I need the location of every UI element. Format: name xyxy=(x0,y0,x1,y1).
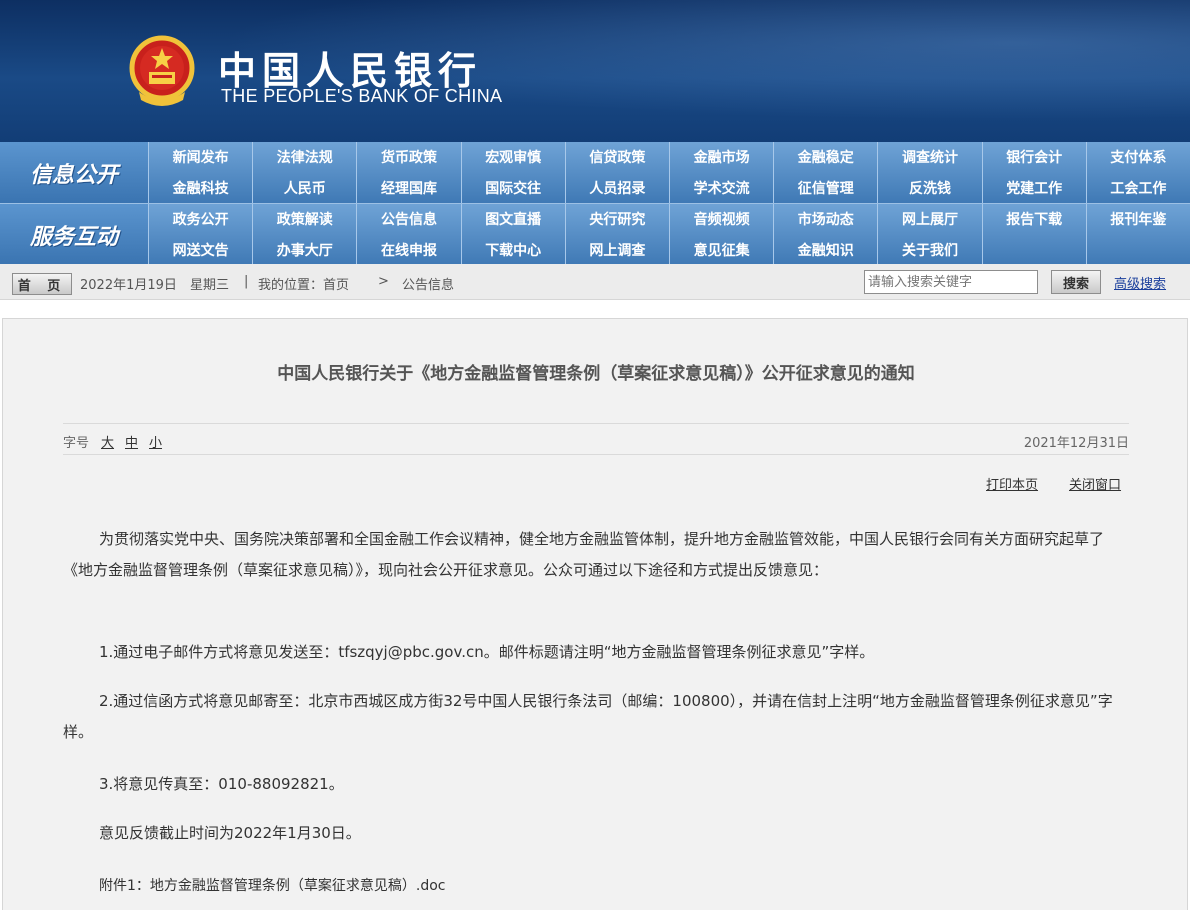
nav-item-credit-reference[interactable]: 征信管理 xyxy=(773,172,877,203)
nav-category-service[interactable]: 服务互动 xyxy=(0,204,148,265)
nav-item-market-news[interactable]: 市场动态 xyxy=(773,204,877,234)
nav-item-payment-system[interactable]: 支付体系 xyxy=(1085,142,1190,172)
nav-item-anti-money-laundering[interactable]: 反洗钱 xyxy=(877,172,981,203)
font-size-label: 字号 xyxy=(63,436,90,451)
nav-item-announcements[interactable]: 公告信息 xyxy=(356,204,460,234)
nav-item-recruitment[interactable]: 人员招录 xyxy=(564,172,669,203)
nav-grid-service: 政务公开 政策解读 公告信息 图文直播 央行研究 音频视频 市场动态 网上展厅 … xyxy=(148,204,1190,265)
attachment-link[interactable]: 附件1：地方金融监督管理条例（草案征求意见稿）.doc xyxy=(63,871,1129,902)
nav-item-financial-knowledge[interactable]: 金融知识 xyxy=(773,234,877,265)
breadcrumb-location[interactable]: 我的位置：首页 xyxy=(258,274,349,293)
search-button[interactable]: 搜索 xyxy=(1051,270,1101,294)
close-window-link[interactable]: 关闭窗口 xyxy=(1069,474,1121,493)
article-title: 中国人民银行关于《地方金融监督管理条例（草案征求意见稿）》公开征求意见的通知 xyxy=(277,364,915,384)
nav-row-info: 信息公开 新闻发布 法律法规 货币政策 宏观审慎 信贷政策 金融市场 金融稳定 … xyxy=(0,142,1190,203)
article-paragraph: 为贯彻落实党中央、国务院决策部署和全国金融工作会议精神，健全地方金融监管体制，提… xyxy=(63,530,1105,579)
nav-item-empty xyxy=(981,234,1086,265)
nav-item-credit-policy[interactable]: 信贷政策 xyxy=(564,142,669,172)
nav-item-party-building[interactable]: 党建工作 xyxy=(981,172,1086,203)
nav-item-online-filing[interactable]: 在线申报 xyxy=(356,234,460,265)
nav-item-online-survey[interactable]: 网上调查 xyxy=(564,234,669,265)
nav-item-policy-interpretation[interactable]: 政策解读 xyxy=(252,204,356,234)
header-banner: 中国人民银行 THE PEOPLE'S BANK OF CHINA xyxy=(0,0,1190,142)
article-paragraph: 2.通过信函方式将意见邮寄至：北京市西城区成方街32号中国人民银行条法司（邮编：… xyxy=(63,692,1113,741)
advanced-search-link[interactable]: 高级搜索 xyxy=(1114,273,1166,292)
article-paragraph: 1.通过电子邮件方式将意见发送至：tfszqyj@pbc.gov.cn。邮件标题… xyxy=(99,643,875,661)
nav-item-union[interactable]: 工会工作 xyxy=(1085,172,1190,203)
nav-item-live-broadcast[interactable]: 图文直播 xyxy=(460,204,565,234)
nav-item-report-download[interactable]: 报告下载 xyxy=(981,204,1086,234)
nav-item-online-exhibition[interactable]: 网上展厅 xyxy=(877,204,981,234)
nav-item-statistics[interactable]: 调查统计 xyxy=(877,142,981,172)
article-paragraph: 3.将意见传真至：010-88092821。 xyxy=(99,775,344,793)
nav-item-treasury[interactable]: 经理国库 xyxy=(356,172,460,203)
nav-item-government-affairs[interactable]: 政务公开 xyxy=(148,204,252,234)
nav-category-info[interactable]: 信息公开 xyxy=(0,142,148,203)
nav-item-bank-accounting[interactable]: 银行会计 xyxy=(981,142,1086,172)
nav-item-service-hall[interactable]: 办事大厅 xyxy=(252,234,356,265)
nav-item-download-center[interactable]: 下载中心 xyxy=(460,234,565,265)
print-page-link[interactable]: 打印本页 xyxy=(986,474,1038,493)
main-navigation: 信息公开 新闻发布 法律法规 货币政策 宏观审慎 信贷政策 金融市场 金融稳定 … xyxy=(0,142,1190,265)
breadcrumb-current[interactable]: 公告信息 xyxy=(402,274,454,293)
nav-item-monetary-policy[interactable]: 货币政策 xyxy=(356,142,460,172)
nav-item-yearbook[interactable]: 报刊年鉴 xyxy=(1085,204,1190,234)
nav-item-international[interactable]: 国际交往 xyxy=(460,172,565,203)
nav-item-financial-market[interactable]: 金融市场 xyxy=(668,142,773,172)
article-paragraph: 意见反馈截止时间为2022年1月30日。 xyxy=(99,824,361,842)
nav-item-about-us[interactable]: 关于我们 xyxy=(877,234,981,265)
font-size-medium-link[interactable]: 中 xyxy=(125,432,138,451)
nav-item-audio-video[interactable]: 音频视频 xyxy=(668,204,773,234)
font-size-large-link[interactable]: 大 xyxy=(101,432,114,451)
nav-item-fintech[interactable]: 金融科技 xyxy=(148,172,252,203)
nav-item-academic[interactable]: 学术交流 xyxy=(668,172,773,203)
nav-item-documents[interactable]: 网送文告 xyxy=(148,234,252,265)
nav-grid-info: 新闻发布 法律法规 货币政策 宏观审慎 信贷政策 金融市场 金融稳定 调查统计 … xyxy=(148,142,1190,203)
nav-item-empty xyxy=(1085,234,1190,265)
nav-item-news[interactable]: 新闻发布 xyxy=(148,142,252,172)
nav-item-research[interactable]: 央行研究 xyxy=(564,204,669,234)
nav-item-financial-stability[interactable]: 金融稳定 xyxy=(773,142,877,172)
home-button[interactable]: 首 页 xyxy=(12,273,72,295)
article-panel: 中国人民银行关于《地方金融监督管理条例（草案征求意见稿）》公开征求意见的通知 字… xyxy=(2,318,1188,910)
current-weekday: 星期三 xyxy=(190,278,230,293)
nav-item-rmb[interactable]: 人民币 xyxy=(252,172,356,203)
nav-item-macroprudential[interactable]: 宏观审慎 xyxy=(460,142,565,172)
search-input[interactable] xyxy=(864,270,1038,294)
national-emblem-icon xyxy=(129,35,195,106)
breadcrumb-arrow-icon: > xyxy=(378,274,389,289)
article-meta-bar: 字号 大 中 小 2021年12月31日 xyxy=(63,423,1129,455)
article-date: 2021年12月31日 xyxy=(1023,436,1129,451)
font-size-small-link[interactable]: 小 xyxy=(149,432,162,451)
logo-english: THE PEOPLE'S BANK OF CHINA xyxy=(221,86,503,106)
current-date: 2022年1月19日 xyxy=(80,278,177,293)
breadcrumb-separator: | xyxy=(244,274,249,289)
nav-item-laws[interactable]: 法律法规 xyxy=(252,142,356,172)
nav-item-feedback-collection[interactable]: 意见征集 xyxy=(668,234,773,265)
nav-row-service: 服务互动 政务公开 政策解读 公告信息 图文直播 央行研究 音频视频 市场动态 … xyxy=(0,203,1190,265)
